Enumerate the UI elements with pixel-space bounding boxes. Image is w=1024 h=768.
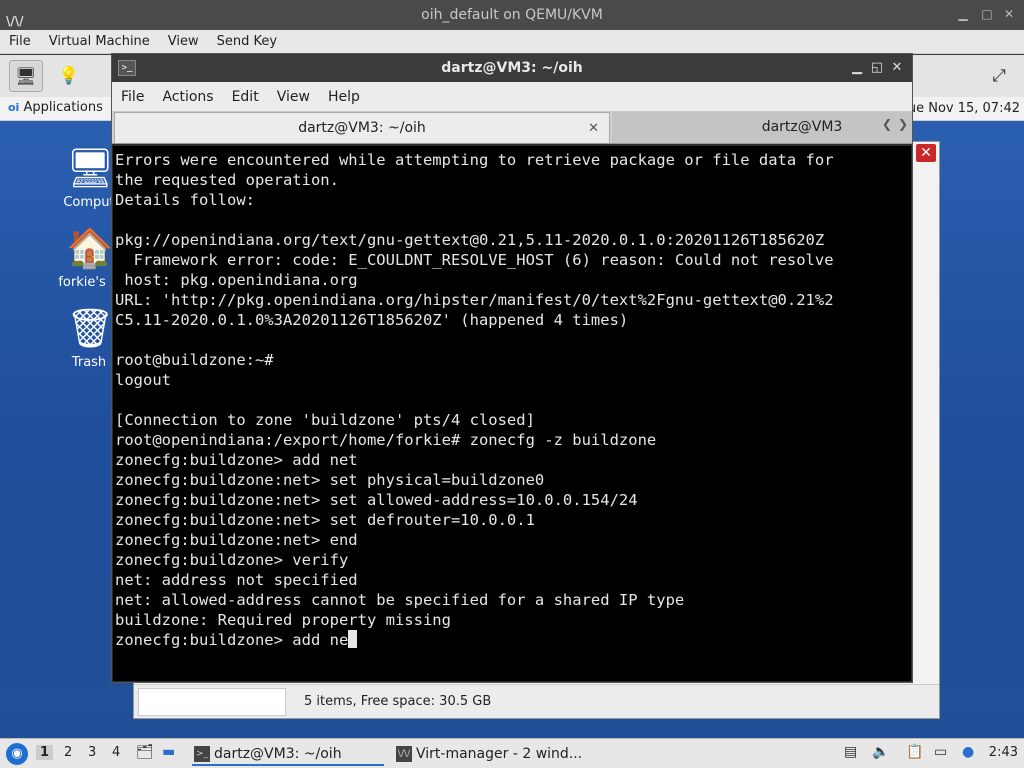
terminal-menubar: File Actions Edit View Help	[112, 82, 912, 112]
task-virt-manager[interactable]: \/\/ Virt-manager - 2 wind...	[394, 742, 594, 766]
terminal-line: Errors were encountered while attempting…	[115, 151, 834, 169]
maximize-icon[interactable]: □	[980, 7, 994, 21]
menu-file[interactable]: File	[0, 30, 40, 54]
terminal-titlebar[interactable]: >_ dartz@VM3: ~/oih ▁ ◱ ✕	[112, 54, 912, 82]
details-lightbulb-button[interactable]: 💡	[52, 60, 86, 92]
show-desktop-icon[interactable]: ▬	[162, 744, 175, 760]
terminal-line: logout	[115, 371, 171, 389]
terminal-title: dartz@VM3: ~/oih	[441, 60, 583, 76]
home-folder-icon: 🏠	[66, 226, 114, 270]
workspace-4[interactable]: 4	[112, 745, 120, 760]
menu-send-key[interactable]: Send Key	[208, 30, 286, 54]
tab-close-icon[interactable]: ✕	[588, 113, 599, 144]
menu-view[interactable]: View	[159, 30, 208, 54]
terminal-line: pkg://openindiana.org/text/gnu-gettext@0…	[115, 231, 825, 249]
file-manager-statusbar: 5 items, Free space: 30.5 GB	[134, 684, 939, 718]
tab-label: dartz@VM3: ~/oih	[298, 120, 426, 136]
maximize-icon[interactable]: ◱	[868, 54, 886, 82]
computer-icon: 🖥	[66, 146, 115, 190]
terminal-output[interactable]: Errors were encountered while attempting…	[113, 146, 911, 681]
terminal-line: net: allowed-address cannot be specified…	[115, 591, 685, 609]
taskbar: ◉ 1 2 3 4 🗂 ▬ >_ dartz@VM3: ~/oih \/\/ V…	[0, 738, 1024, 768]
menu-view[interactable]: View	[268, 82, 319, 112]
terminal-line: host: pkg.openindiana.org	[115, 271, 358, 289]
file-manager-launcher-icon[interactable]: 🗂	[136, 744, 154, 760]
terminal-line: buildzone: Required property missing	[115, 611, 451, 629]
terminal-line: [Connection to zone 'buildzone' pts/4 cl…	[115, 411, 535, 429]
oi-logo-icon: oi	[8, 101, 20, 114]
vm-viewer-menubar: File Virtual Machine View Send Key	[0, 30, 1024, 54]
vm-viewer-titlebar: \/\/ oih_default on QEMU/KVM ▁ □ ✕	[0, 0, 1024, 30]
tab-active[interactable]: dartz@VM3: ~/oih ✕	[114, 112, 610, 143]
terminal-line: the requested operation.	[115, 171, 339, 189]
chevron-right-icon[interactable]: ❯	[898, 117, 908, 131]
minimize-icon[interactable]: ▁	[848, 54, 866, 82]
trash-icon: 🗑	[66, 306, 115, 350]
terminal-line: zonecfg:buildzone:net> set physical=buil…	[115, 471, 545, 489]
workspace-1[interactable]: 1	[36, 745, 54, 760]
terminal-line: zonecfg:buildzone> verify	[115, 551, 349, 569]
console-view-button[interactable]: 🖥	[9, 60, 43, 92]
menu-file[interactable]: File	[112, 82, 153, 112]
terminal-line: zonecfg:buildzone:net> end	[115, 531, 358, 549]
text-cursor	[348, 630, 358, 648]
network-icon[interactable]: ▭	[934, 744, 947, 760]
terminal-line: zonecfg:buildzone:net> set defrouter=10.…	[115, 511, 535, 529]
close-icon[interactable]: ✕	[1002, 7, 1016, 21]
clipboard-icon[interactable]: 📋	[906, 744, 923, 760]
terminal-window[interactable]: >_ dartz@VM3: ~/oih ▁ ◱ ✕ File Actions Edi…	[111, 53, 913, 683]
terminal-line: URL: 'http://pkg.openindiana.org/hipster…	[115, 291, 834, 309]
virt-manager-icon: \/\/	[396, 746, 412, 762]
task-terminal[interactable]: >_ dartz@VM3: ~/oih	[192, 742, 384, 766]
start-menu-icon[interactable]: ◉	[6, 743, 28, 765]
tab-inactive[interactable]: dartz@VM3	[612, 112, 912, 143]
close-icon[interactable]: ✕	[916, 144, 936, 162]
terminal-line: Framework error: code: E_COULDNT_RESOLVE…	[115, 251, 834, 269]
terminal-line: net: address not specified	[115, 571, 358, 589]
terminal-line: C5.11-2020.0.1.0%3A20201126T185620Z' (ha…	[115, 311, 629, 329]
menu-virtual-machine[interactable]: Virtual Machine	[40, 30, 159, 54]
update-icon[interactable]: ▤	[844, 744, 857, 760]
terminal-icon: >_	[118, 60, 136, 76]
menu-help[interactable]: Help	[319, 82, 369, 112]
menu-edit[interactable]: Edit	[223, 82, 268, 112]
volume-icon[interactable]: 🔈	[872, 744, 889, 760]
terminal-line: Details follow:	[115, 191, 255, 209]
top-panel-clock: ue Nov 15, 07:42	[907, 101, 1020, 116]
fullscreen-button[interactable]: ⤢	[982, 60, 1016, 92]
workspace-2[interactable]: 2	[64, 745, 72, 760]
info-icon[interactable]: ●	[962, 744, 974, 760]
chevron-left-icon[interactable]: ❮	[882, 117, 892, 131]
close-icon[interactable]: ✕	[888, 54, 906, 82]
taskbar-clock: 2:43	[988, 745, 1018, 760]
terminal-line: zonecfg:buildzone> add net	[115, 451, 358, 469]
prompt-line: zonecfg:buildzone> add ne	[115, 631, 349, 649]
status-text: 5 items, Free space: 30.5 GB	[304, 694, 492, 709]
terminal-line: zonecfg:buildzone:net> set allowed-addre…	[115, 491, 638, 509]
terminal-line: root@buildzone:~#	[115, 351, 274, 369]
menu-actions[interactable]: Actions	[153, 82, 222, 112]
tab-label: dartz@VM3	[761, 119, 843, 135]
terminal-tabbar: dartz@VM3: ~/oih ✕ dartz@VM3 ❮ ❯	[112, 112, 912, 144]
workspace-3[interactable]: 3	[88, 745, 96, 760]
terminal-line: root@openindiana:/export/home/forkie# zo…	[115, 431, 657, 449]
vm-viewer-title: oih_default on QEMU/KVM	[421, 7, 603, 23]
terminal-icon: >_	[194, 746, 210, 762]
side-pane	[138, 688, 286, 716]
applications-menu[interactable]: oi Applications	[8, 100, 103, 115]
minimize-icon[interactable]: ▁	[956, 7, 970, 21]
